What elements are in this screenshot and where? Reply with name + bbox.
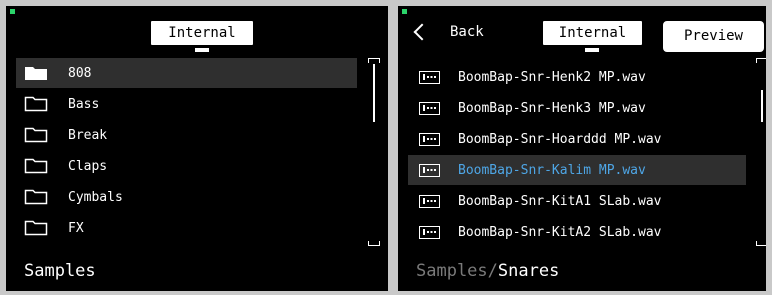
waveform-file-icon <box>419 163 440 177</box>
folder-item[interactable]: FX <box>16 213 357 243</box>
status-led <box>10 9 15 14</box>
scrollbar-thumb[interactable] <box>373 64 375 122</box>
status-led <box>402 9 407 14</box>
file-label: BoomBap-Snr-Henk2 MP.wav <box>458 69 646 85</box>
folder-item[interactable]: Claps <box>16 151 357 181</box>
back-label: Back <box>450 24 484 40</box>
scrollbar-top-cap <box>368 58 380 63</box>
file-label: BoomBap-Snr-KitA1 SLab.wav <box>458 193 662 209</box>
scrollbar-bottom-cap <box>368 241 380 246</box>
folder-item[interactable]: Bass <box>16 89 357 119</box>
waveform-file-icon <box>419 194 440 208</box>
waveform-file-icon <box>419 70 440 84</box>
file-item[interactable]: BoomBap-Snr-Hoarddd MP.wav <box>408 124 746 154</box>
folder-label: Break <box>68 127 108 143</box>
back-button[interactable]: Back <box>412 23 484 41</box>
file-item[interactable]: BoomBap-Snr-Kalim MP.wav <box>408 155 746 185</box>
current-path: Samples <box>24 261 96 281</box>
folder-browser-screen: Internal 808 Bass Break Claps Cymbals FX Samp… <box>6 6 388 291</box>
folder-label: FX <box>68 220 84 236</box>
folder-icon <box>24 189 48 205</box>
path-parent: Samples/ <box>416 261 498 281</box>
folder-icon <box>24 96 48 112</box>
folder-icon <box>24 220 48 236</box>
path-current: Snares <box>497 261 560 281</box>
file-label: BoomBap-Snr-Henk3 MP.wav <box>458 100 646 116</box>
folder-label: Claps <box>68 158 108 174</box>
scrollbar-top-cap <box>756 58 766 63</box>
preview-button[interactable]: Preview <box>663 21 764 52</box>
file-browser-screen: Back Internal Preview BoomBap-Snr-Henk2 … <box>398 6 766 291</box>
folder-item[interactable]: Cymbals <box>16 182 357 212</box>
folder-label: 808 <box>68 65 92 81</box>
folder-item[interactable]: 808 <box>16 58 357 88</box>
file-label: BoomBap-Snr-KitA2 SLab.wav <box>458 224 662 240</box>
storage-tab-indicator <box>195 48 209 52</box>
waveform-file-icon <box>419 225 440 239</box>
file-label: BoomBap-Snr-Hoarddd MP.wav <box>458 131 662 147</box>
folder-icon <box>24 158 48 174</box>
file-label: BoomBap-Snr-Kalim MP.wav <box>458 162 646 178</box>
current-path: Samples/Snares <box>416 261 559 281</box>
folder-icon <box>25 67 47 80</box>
waveform-file-icon <box>419 101 440 115</box>
chevron-left-icon <box>413 23 431 41</box>
storage-tab-internal[interactable]: Internal <box>543 21 642 45</box>
file-item[interactable]: BoomBap-Snr-KitA1 SLab.wav <box>408 186 746 216</box>
file-item[interactable]: BoomBap-Snr-KitA2 SLab.wav <box>408 217 746 247</box>
scrollbar-bottom-cap <box>756 241 766 246</box>
file-item[interactable]: BoomBap-Snr-Henk2 MP.wav <box>408 62 746 92</box>
folder-item[interactable]: Break <box>16 120 357 150</box>
file-item[interactable]: BoomBap-Snr-Henk3 MP.wav <box>408 93 746 123</box>
storage-tab-internal[interactable]: Internal <box>151 21 253 45</box>
waveform-file-icon <box>419 132 440 146</box>
folder-label: Cymbals <box>68 189 123 205</box>
folder-icon <box>24 127 48 143</box>
scrollbar-thumb[interactable] <box>761 90 763 122</box>
storage-tab-indicator <box>585 48 599 52</box>
folder-label: Bass <box>68 96 100 112</box>
